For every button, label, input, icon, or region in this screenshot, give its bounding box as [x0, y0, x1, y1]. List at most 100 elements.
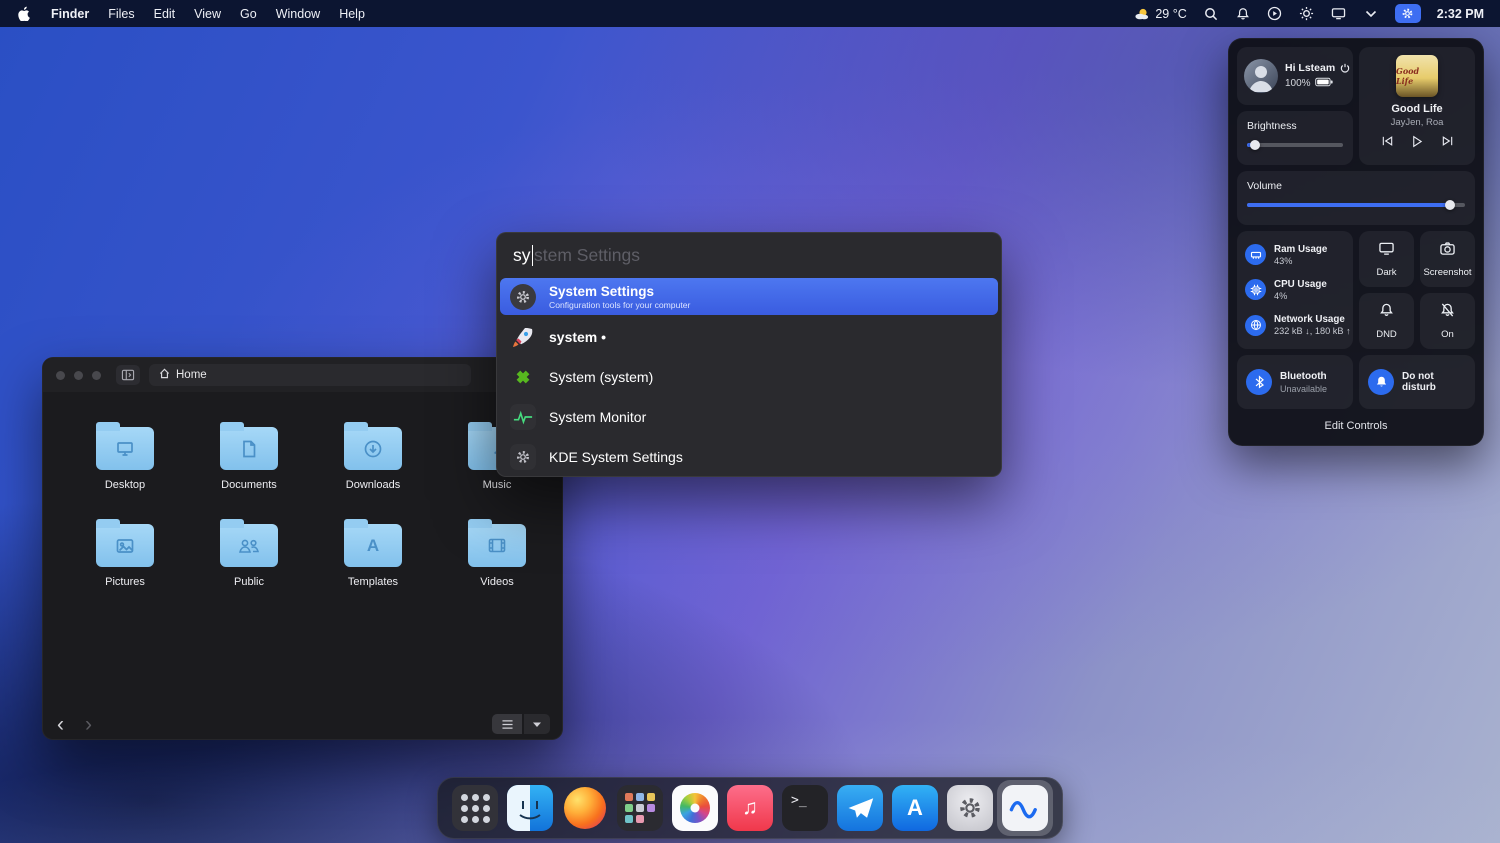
edit-controls-button[interactable]: Edit Controls: [1237, 415, 1475, 437]
media-title: Good Life: [1391, 103, 1443, 115]
display-icon: [1378, 241, 1395, 261]
dock-music[interactable]: [727, 785, 773, 831]
menubar: Finder Files Edit View Go Window Help 29…: [0, 0, 1500, 27]
media-artists: JayJen, Roa: [1390, 117, 1444, 128]
cpu-icon: [1245, 279, 1266, 301]
brightness-slider[interactable]: [1247, 140, 1343, 150]
folder-videos[interactable]: Videos: [439, 519, 555, 588]
dock-wave-app[interactable]: [997, 780, 1053, 836]
user-avatar: [1244, 59, 1278, 93]
menu-item-view[interactable]: View: [194, 7, 221, 21]
apple-menu-icon[interactable]: [16, 6, 32, 22]
result-system-monitor[interactable]: System Monitor: [500, 397, 998, 437]
clock[interactable]: 2:32 PM: [1437, 7, 1484, 21]
folder-documents[interactable]: Documents: [191, 422, 307, 491]
display-icon[interactable]: [1331, 6, 1347, 22]
volume-knob[interactable]: [1444, 200, 1455, 210]
battery-percent: 100%: [1285, 78, 1311, 89]
dock-terminal[interactable]: [782, 785, 828, 831]
brightness-label: Brightness: [1247, 120, 1297, 132]
menu-item-files[interactable]: Files: [108, 7, 134, 21]
screenshot-toggle[interactable]: Screenshot: [1420, 231, 1475, 287]
search-input[interactable]: sy stem Settings: [497, 233, 1001, 278]
result-system-system[interactable]: System (system): [500, 357, 998, 397]
bluetooth-tile[interactable]: Bluetooth Unavailable: [1237, 355, 1353, 409]
toggle-sidebar-button[interactable]: [116, 365, 140, 385]
paper-plane-icon: [837, 785, 883, 831]
minimize-window-button[interactable]: [74, 370, 83, 380]
user-card[interactable]: Hi Lsteam 100%: [1237, 47, 1353, 105]
mini-apps-icon: [625, 793, 655, 823]
dock-launchpad[interactable]: [452, 785, 498, 831]
folder-grid: Desktop Documents Downloads ♪ Music: [67, 422, 555, 588]
picture-glyph-icon: [115, 537, 135, 555]
volume-slider[interactable]: [1247, 200, 1465, 210]
quick-toggles-grid: Dark Screenshot DND On: [1359, 231, 1475, 349]
folder-downloads[interactable]: Downloads: [315, 422, 431, 491]
dock-finder[interactable]: [507, 785, 553, 831]
previous-track-icon[interactable]: [1380, 134, 1394, 148]
weather-widget[interactable]: 29 °C: [1134, 6, 1187, 22]
result-system[interactable]: system •: [500, 317, 998, 357]
app-store-icon: [892, 785, 938, 831]
view-options-dropdown[interactable]: [524, 714, 550, 734]
bell-slash-icon: [1440, 302, 1455, 323]
cpu-usage-row: CPU Usage 4%: [1245, 279, 1345, 301]
menu-item-finder[interactable]: Finder: [51, 7, 89, 21]
ram-icon: [1245, 244, 1266, 266]
power-icon[interactable]: [1340, 63, 1350, 74]
brightness-sun-icon[interactable]: [1299, 6, 1315, 22]
user-greeting: Hi Lsteam: [1285, 62, 1336, 74]
list-view-button[interactable]: [492, 714, 522, 734]
dock-photos[interactable]: [672, 785, 718, 831]
folder-templates[interactable]: A Templates: [315, 519, 431, 588]
dock-firefox[interactable]: [562, 785, 608, 831]
media-play-icon[interactable]: [1267, 6, 1283, 22]
wave-icon: [1002, 785, 1048, 831]
close-window-button[interactable]: [56, 370, 65, 380]
result-kde-system-settings[interactable]: KDE System Settings: [500, 437, 998, 477]
network-globe-icon: [1245, 314, 1266, 336]
album-art: Good Life: [1396, 55, 1438, 97]
menu-item-edit[interactable]: Edit: [154, 7, 176, 21]
green-cross-icon: [510, 364, 536, 390]
file-manager-titlebar[interactable]: Home: [43, 358, 562, 392]
next-track-icon[interactable]: [1440, 134, 1454, 148]
play-icon[interactable]: [1410, 134, 1424, 148]
text-caret: [531, 245, 533, 266]
control-center-panel: Hi Lsteam 100% Good Life Good Life JayJe…: [1228, 38, 1484, 446]
dock-app-store[interactable]: [892, 785, 938, 831]
menu-item-window[interactable]: Window: [276, 7, 320, 21]
folder-pictures[interactable]: Pictures: [67, 519, 183, 588]
music-note-icon: [727, 785, 773, 831]
brightness-knob[interactable]: [1249, 140, 1260, 150]
search-icon[interactable]: [1203, 6, 1219, 22]
dark-mode-toggle[interactable]: Dark: [1359, 231, 1414, 287]
notifications-bell-icon[interactable]: [1235, 6, 1251, 22]
rocket-icon: [510, 324, 536, 350]
forward-button[interactable]: ›: [85, 714, 92, 735]
dnd-toggle[interactable]: DND: [1359, 293, 1414, 349]
menu-item-help[interactable]: Help: [339, 7, 365, 21]
volume-card: Volume: [1237, 171, 1475, 225]
folder-public[interactable]: Public: [191, 519, 307, 588]
view-mode-control: [492, 714, 550, 734]
media-widget[interactable]: Good Life Good Life JayJen, Roa: [1359, 47, 1475, 165]
dock-paper-plane-app[interactable]: [837, 785, 883, 831]
dock-system-settings[interactable]: [947, 785, 993, 831]
gear-icon: [947, 785, 993, 831]
do-not-disturb-tile[interactable]: Do not disturb: [1359, 355, 1475, 409]
menu-item-go[interactable]: Go: [240, 7, 257, 21]
notifications-on-toggle[interactable]: On: [1420, 293, 1475, 349]
result-system-settings[interactable]: System Settings Configuration tools for …: [500, 278, 998, 315]
activity-graph-icon: [510, 404, 536, 430]
system-stats-card: Ram Usage 43% CPU Usage 4% Network Usage…: [1237, 231, 1353, 349]
chevron-down-icon[interactable]: [1363, 6, 1379, 22]
maximize-window-button[interactable]: [92, 370, 101, 380]
folder-desktop[interactable]: Desktop: [67, 422, 183, 491]
breadcrumb[interactable]: Home: [149, 364, 471, 386]
terminal-prompt-icon: [782, 785, 828, 831]
back-button[interactable]: ‹: [57, 714, 64, 735]
system-settings-menubar-icon[interactable]: [1394, 4, 1421, 23]
dock-app-grid[interactable]: [617, 785, 663, 831]
